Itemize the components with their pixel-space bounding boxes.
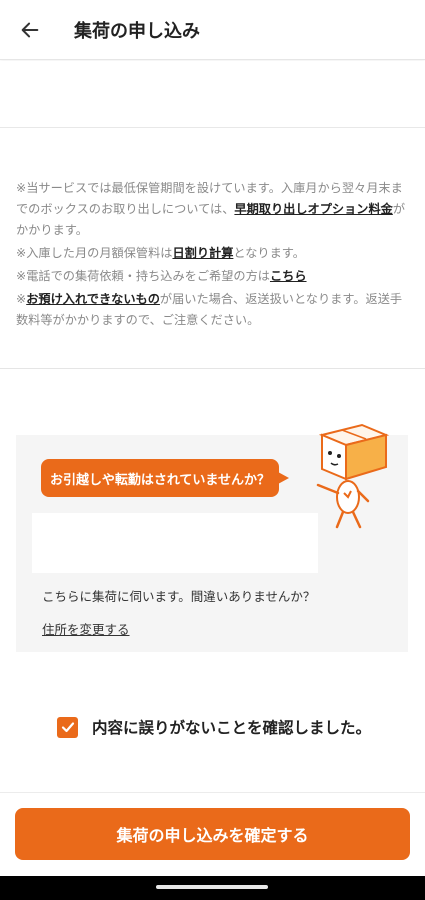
address-confirm-question: こちらに集荷に伺います。間違いありませんか？: [42, 589, 316, 604]
confirm-checkbox[interactable]: [57, 716, 78, 738]
notes-section: ※当サービスでは最低保管期間を設けています。入庫月から翌々月末までのボックスのお…: [16, 178, 411, 333]
system-nav-bar: [0, 876, 425, 900]
checkmark-icon: [61, 722, 74, 733]
blank-section: [0, 61, 425, 128]
prohibited-items-link[interactable]: お預け入れできないもの: [26, 292, 160, 306]
footer-divider: [0, 792, 425, 793]
note-phone-request: ※電話での集荷依頼・持ち込みをご希望の方はこちら: [16, 269, 307, 283]
confirm-checkbox-label: 内容に誤りがないことを確認しました。: [92, 719, 372, 737]
app-header: 集荷の申し込み: [0, 0, 425, 60]
early-withdrawal-fee-link[interactable]: 早期取り出しオプション料金: [234, 202, 392, 216]
daily-rate-link[interactable]: 日割り計算: [172, 246, 233, 260]
note-prohibited-items: ※お預け入れできないものが届いた場合、返送扱いとなります。返送手数料等がかかりま…: [16, 292, 403, 327]
page-title: 集荷の申し込み: [74, 20, 200, 42]
arrow-left-icon: [21, 22, 39, 37]
section-divider: [0, 368, 425, 369]
address-panel: お引越しや転勤はされていませんか？ こちらに集荷に伺います。間違いありませんか？…: [16, 423, 408, 652]
moving-question-bubble: お引越しや転勤はされていませんか？: [41, 459, 289, 497]
change-address-link[interactable]: 住所を変更する: [42, 619, 130, 638]
submit-pickup-button[interactable]: 集荷の申し込みを確定する: [15, 808, 410, 860]
address-box: [32, 513, 318, 573]
note-early-withdrawal: ※当サービスでは最低保管期間を設けています。入庫月から翌々月末までのボックスのお…: [16, 181, 406, 237]
phone-request-link[interactable]: こちら: [270, 269, 307, 283]
back-button[interactable]: [0, 0, 60, 60]
note-daily-rate: ※入庫した月の月額保管料は日割り計算となります。: [16, 246, 305, 260]
home-indicator[interactable]: [156, 885, 268, 889]
confirm-checkbox-row[interactable]: 内容に誤りがないことを確認しました。: [57, 716, 371, 738]
